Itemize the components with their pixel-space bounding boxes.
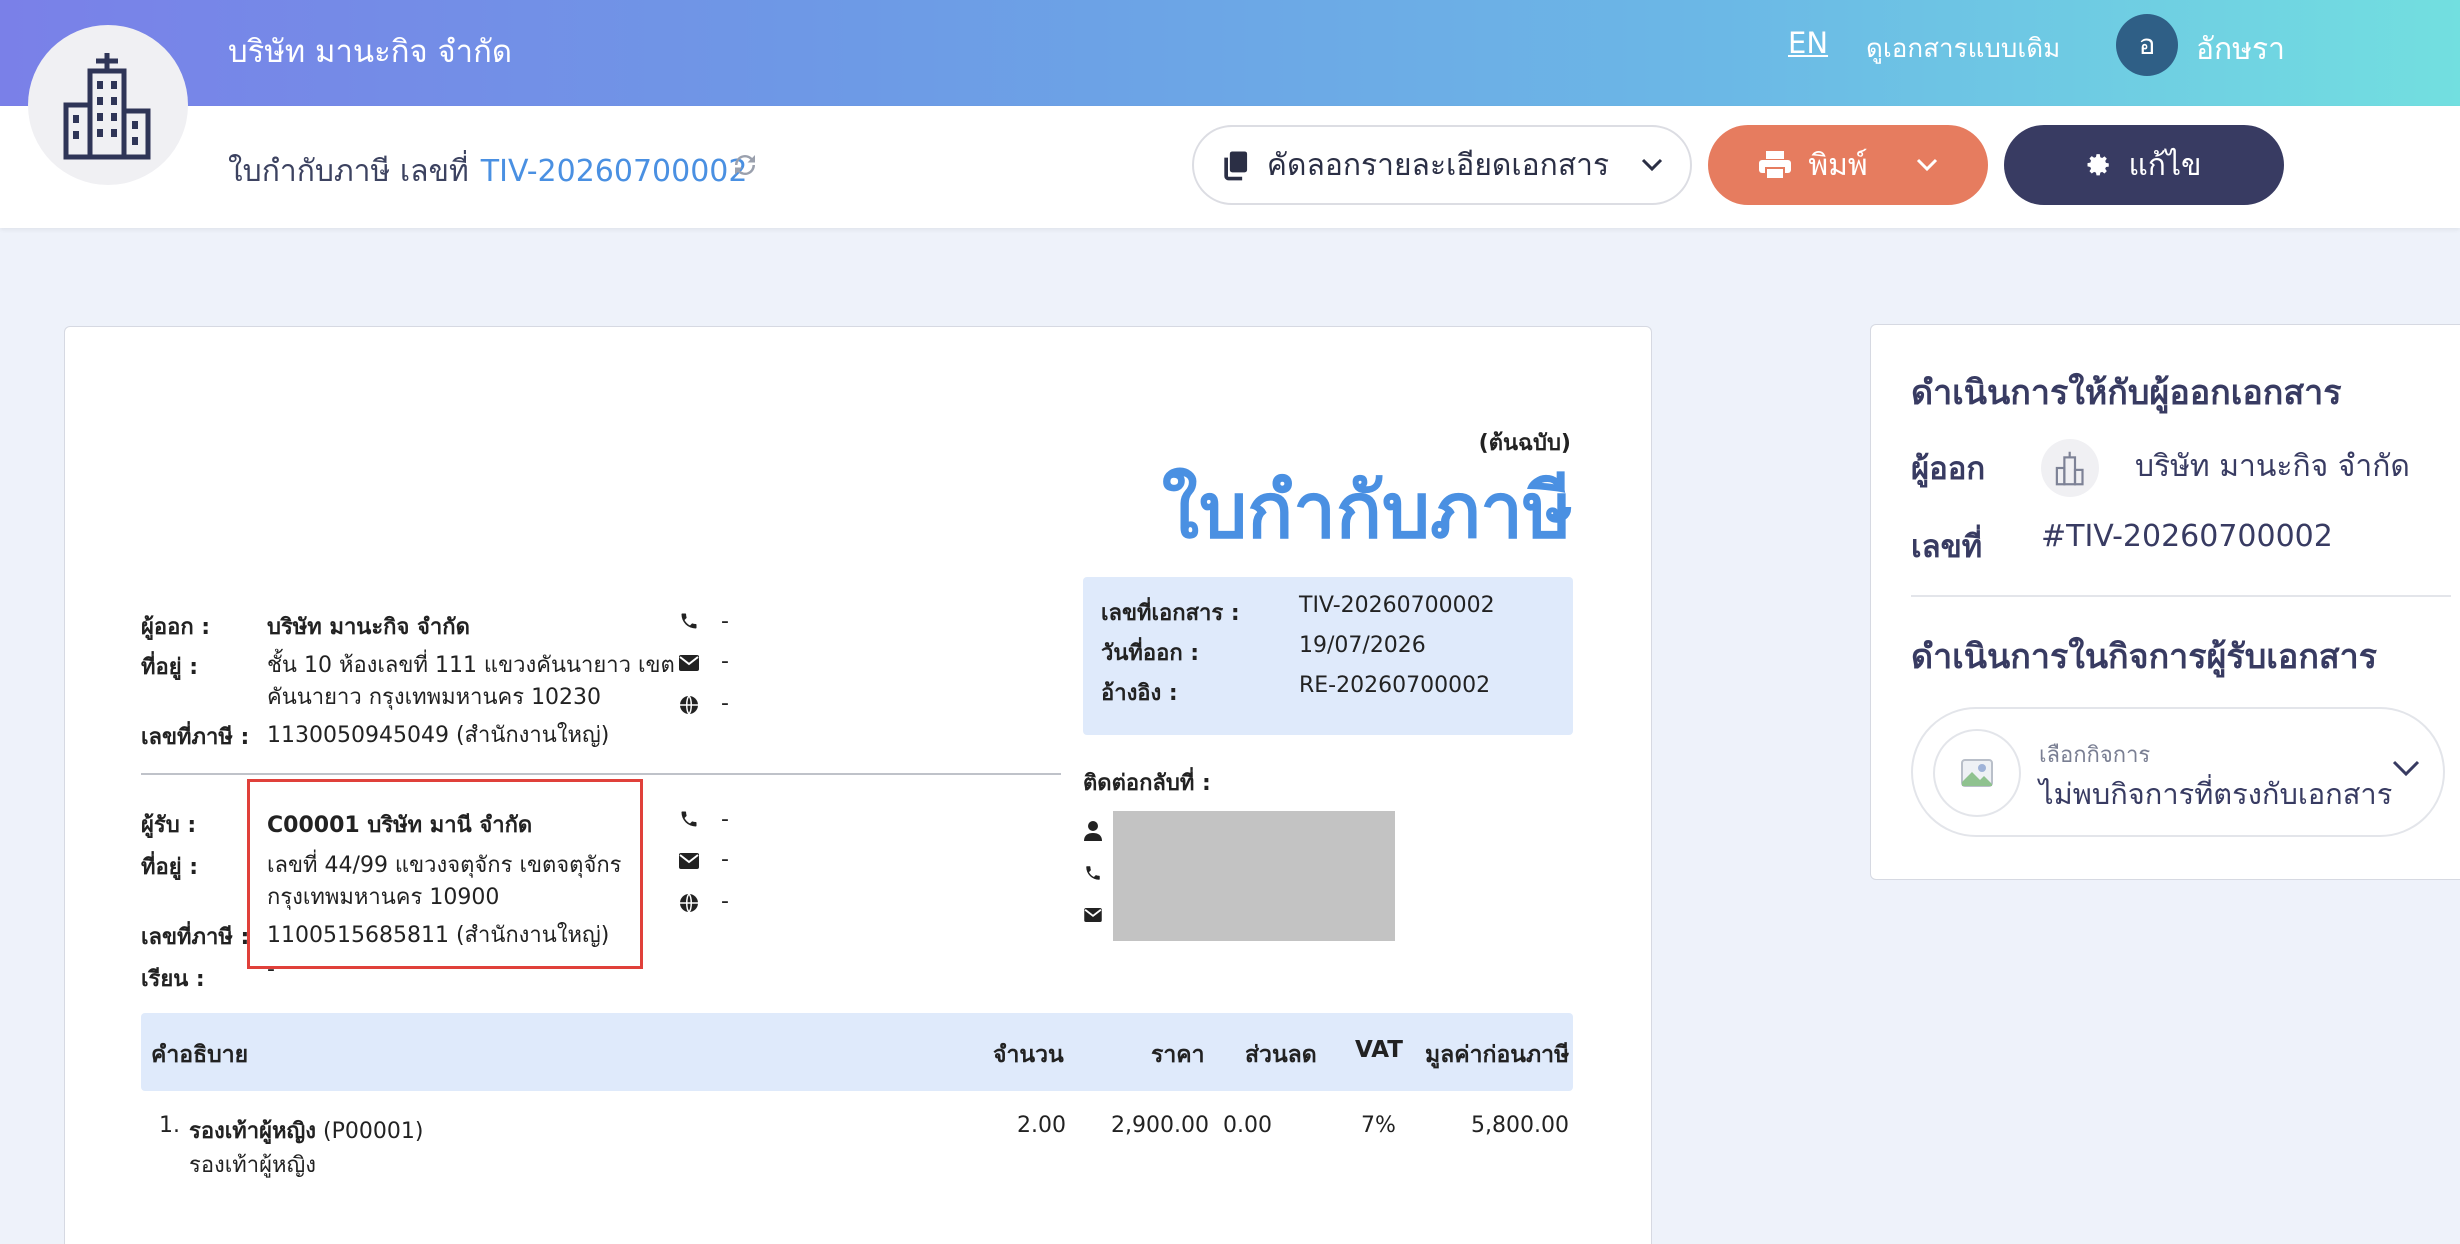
item-quantity: 2.00 — [1017, 1113, 1066, 1138]
divider — [1911, 595, 2451, 597]
phone-icon — [1081, 861, 1105, 885]
print-label: พิมพ์ — [1808, 147, 1868, 183]
issuer-name: บริษัท มานะกิจ จำกัด — [2135, 449, 2410, 484]
document-heading: ใบกำกับภาษี เลขที่ TIV-20260700002 — [228, 148, 747, 195]
edit-label: แก้ไข — [2128, 147, 2202, 183]
issuer-label: ผู้ออก : — [141, 615, 211, 640]
issuer-phone: - — [721, 609, 729, 634]
recipient-phone: - — [721, 807, 729, 832]
chevron-down-icon — [1642, 158, 1663, 172]
business-select[interactable]: เลือกกิจการ ไม่พบกิจการที่ตรงกับเอกสาร — [1911, 707, 2445, 837]
gear-icon — [2087, 154, 2110, 176]
redacted-contact-block — [1113, 811, 1395, 941]
chevron-down-icon — [2392, 760, 2420, 777]
copy-document-label: คัดลอกรายละเอียดเอกสาร — [1266, 147, 1610, 183]
item-discount: 0.00 — [1223, 1113, 1272, 1138]
chevron-down-icon[interactable] — [1916, 158, 1938, 172]
document-type-label: ใบกำกับภาษี เลขที่ — [228, 154, 469, 189]
copy-icon — [1224, 151, 1247, 181]
row-index: 1. — [159, 1113, 180, 1138]
globe-icon — [677, 891, 701, 915]
item-description: รองเท้าผู้หญิง — [189, 1153, 317, 1178]
top-bar: บริษัท มานะกิจ จำกัด EN ดูเอกสารแบบเดิม … — [0, 0, 2460, 106]
issuer-actions-title: ดำเนินการให้กับผู้ออกเอกสาร — [1911, 373, 2342, 413]
recipient-email: - — [721, 847, 729, 872]
phone-icon — [677, 807, 701, 831]
docno-value: TIV-20260700002 — [1299, 593, 1495, 618]
issuer-address-label: ที่อยู่ : — [141, 655, 199, 680]
item-name: รองเท้าผู้หญิง — [189, 1119, 317, 1144]
item-price: 2,900.00 — [1111, 1113, 1209, 1138]
recipient-tax-label: เลขที่ภาษี : — [141, 925, 250, 950]
divider — [141, 773, 1061, 775]
docno-label: เลขที่เอกสาร : — [1101, 601, 1240, 626]
recipient-address-label: ที่อยู่ : — [141, 855, 199, 880]
printer-icon — [1759, 151, 1792, 180]
user-icon — [1081, 819, 1105, 843]
issuer-name: บริษัท มานะกิจ จำกัด — [267, 615, 470, 640]
issue-date-label: วันที่ออก : — [1101, 641, 1200, 666]
issuer-tax-label: เลขที่ภาษี : — [141, 725, 250, 750]
recipient-highlight-box — [247, 779, 643, 969]
document-title: ใบกำกับภาษี — [1161, 466, 1573, 555]
recipient-website: - — [721, 889, 729, 914]
receiver-actions-title: ดำเนินการในกิจการผู้รับเอกสาร — [1911, 637, 2378, 677]
item-name-and-code: รองเท้าผู้หญิง (P00001) — [189, 1113, 423, 1148]
contact-back-label: ติดต่อกลับที่ : — [1083, 771, 1211, 796]
envelope-icon — [677, 849, 701, 873]
item-amount: 5,800.00 — [1471, 1113, 1569, 1138]
column-header-discount: ส่วนลด — [1245, 1042, 1317, 1068]
building-icon — [63, 53, 151, 160]
copy-document-button[interactable]: คัดลอกรายละเอียดเอกสาร — [1192, 125, 1692, 205]
issue-date-value: 19/07/2026 — [1299, 633, 1426, 658]
column-header-description: คำอธิบาย — [151, 1042, 249, 1068]
user-name[interactable]: อักษรา — [2196, 26, 2285, 73]
item-code: (P00001) — [323, 1119, 424, 1144]
number-label: เลขที่ — [1911, 529, 1983, 565]
issuer-website: - — [721, 691, 729, 716]
item-vat: 7% — [1361, 1113, 1396, 1138]
print-button[interactable]: พิมพ์ — [1708, 125, 1988, 205]
issuer-address-line1: ชั้น 10 ห้องเลขที่ 111 แขวงคันนายาว เขต — [267, 653, 675, 678]
column-header-quantity: จำนวน — [993, 1042, 1064, 1068]
business-select-value: ไม่พบกิจการที่ตรงกับเอกสาร — [2039, 777, 2393, 811]
edit-button[interactable]: แก้ไข — [2004, 125, 2284, 205]
issuer-label: ผู้ออก — [1911, 451, 1986, 487]
issuer-email: - — [721, 649, 729, 674]
reference-label: อ้างอิง : — [1101, 681, 1178, 706]
globe-icon — [677, 693, 701, 717]
column-header-amount: มูลค่าก่อนภาษี — [1425, 1042, 1570, 1068]
avatar[interactable]: อ — [2116, 14, 2178, 76]
items-table-header: คำอธิบาย จำนวน ราคา ส่วนลด VAT มูลค่าก่อ… — [141, 1013, 1573, 1091]
reference-value: RE-20260700002 — [1299, 673, 1491, 698]
envelope-icon — [677, 651, 701, 675]
recipient-label: ผู้รับ : — [141, 813, 197, 838]
attention-label: เรียน : — [141, 967, 205, 992]
company-logo — [28, 25, 188, 185]
image-placeholder-icon — [1933, 729, 2021, 817]
document-info-box: เลขที่เอกสาร : TIV-20260700002 วันที่ออก… — [1083, 577, 1573, 735]
column-header-price: ราคา — [1151, 1042, 1205, 1068]
document-number: #TIV-20260700002 — [2041, 519, 2333, 554]
column-header-vat: VAT — [1355, 1037, 1403, 1063]
document-preview: (ต้นฉบับ) ใบกำกับภาษี ผู้ออก : บริษัท มา… — [64, 326, 1652, 1244]
issuer-address-line2: คันนายาว กรุงเทพมหานคร 10230 — [267, 685, 602, 710]
envelope-icon — [1081, 903, 1105, 927]
company-name: บริษัท มานะกิจ จำกัด — [228, 34, 512, 70]
phone-icon — [677, 609, 701, 633]
issuer-tax-id: 1130050945049 (สำนักงานใหญ่) — [267, 723, 610, 748]
language-toggle[interactable]: EN — [1788, 26, 1828, 60]
business-select-hint: เลือกกิจการ — [2039, 743, 2151, 768]
old-document-view-link[interactable]: ดูเอกสารแบบเดิม — [1866, 28, 2060, 69]
building-icon — [2041, 439, 2099, 497]
action-side-panel: ดำเนินการให้กับผู้ออกเอกสาร ผู้ออก บริษั… — [1870, 324, 2460, 880]
document-number[interactable]: TIV-20260700002 — [481, 154, 748, 189]
refresh-icon[interactable] — [730, 150, 760, 184]
